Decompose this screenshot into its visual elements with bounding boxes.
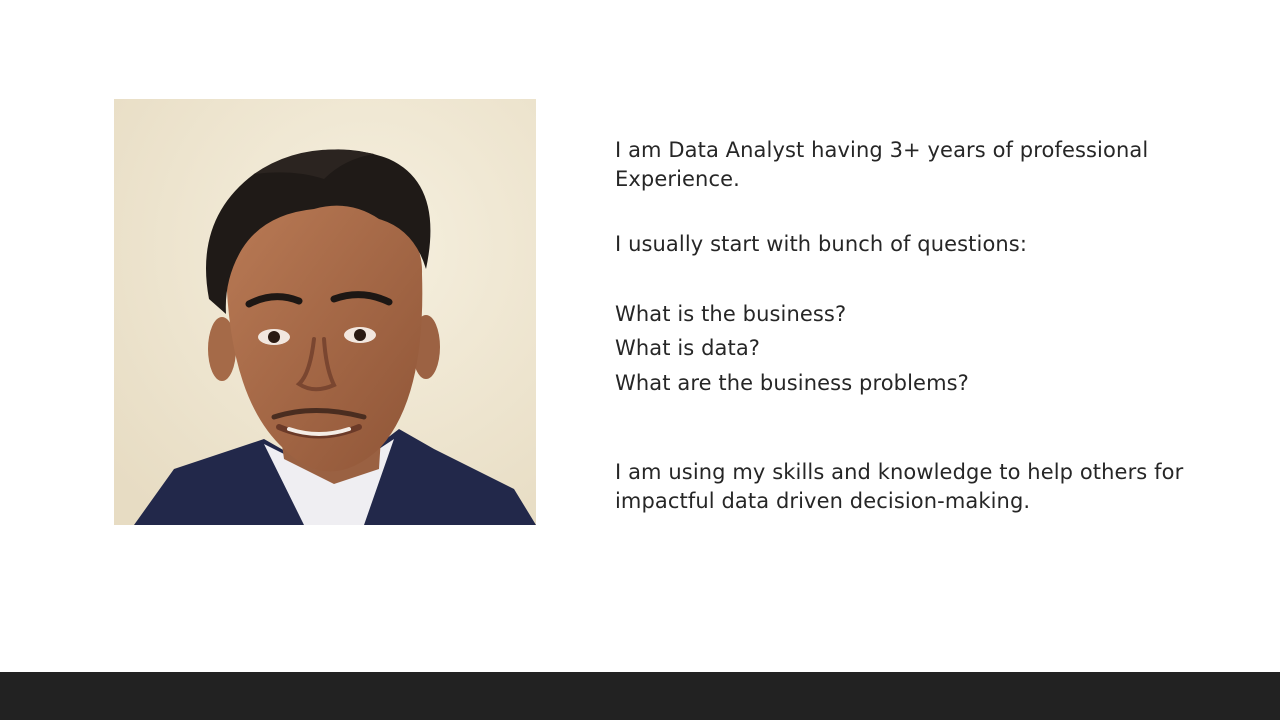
slide: I am Data Analyst having 3+ years of pro… (0, 0, 1280, 720)
footer-bar (0, 672, 1280, 720)
portrait-photo (114, 99, 536, 525)
question-item: What are the business problems? (615, 371, 969, 395)
questions-intro: I usually start with bunch of questions: (615, 232, 1028, 256)
question-item: What is data? (615, 336, 761, 360)
question-item: What is the business? (615, 302, 847, 326)
outro-paragraph: I am using my skills and knowledge to he… (615, 460, 1184, 513)
intro-paragraph: I am Data Analyst having 3+ years of pro… (615, 138, 1149, 191)
